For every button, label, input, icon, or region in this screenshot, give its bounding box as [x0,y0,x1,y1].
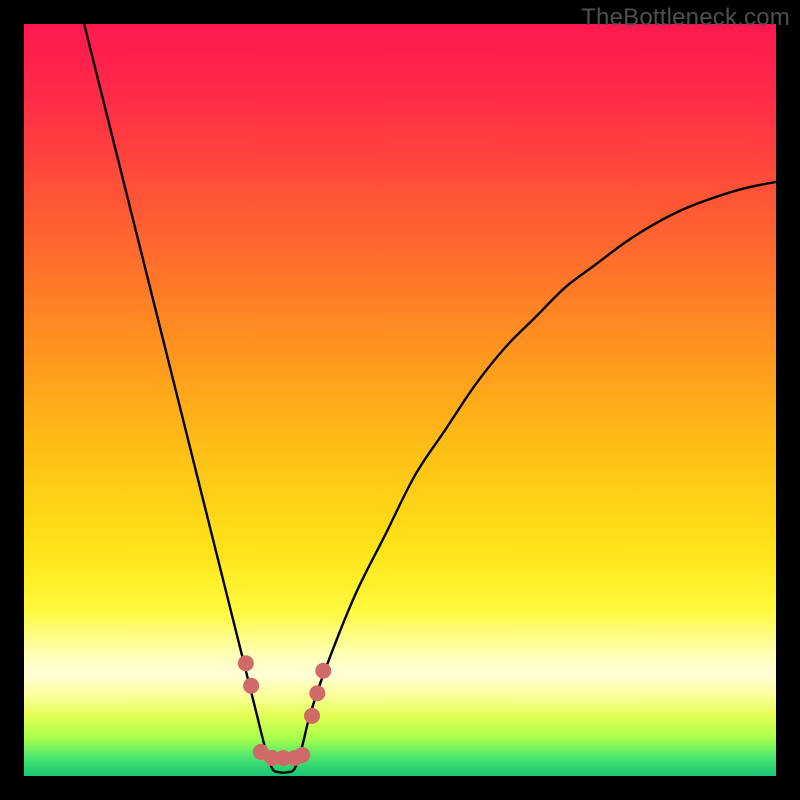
curve-dot [243,678,259,694]
curve-dot [238,655,254,671]
curve-dot [309,685,325,701]
chart-svg [24,24,776,776]
curve-dot [294,747,310,763]
chart-frame: TheBottleneck.com [0,0,800,800]
watermark-text: TheBottleneck.com [581,4,790,32]
curve-dot [315,663,331,679]
gradient-background [24,24,776,776]
curve-dot [304,708,320,724]
plot-area [24,24,776,776]
